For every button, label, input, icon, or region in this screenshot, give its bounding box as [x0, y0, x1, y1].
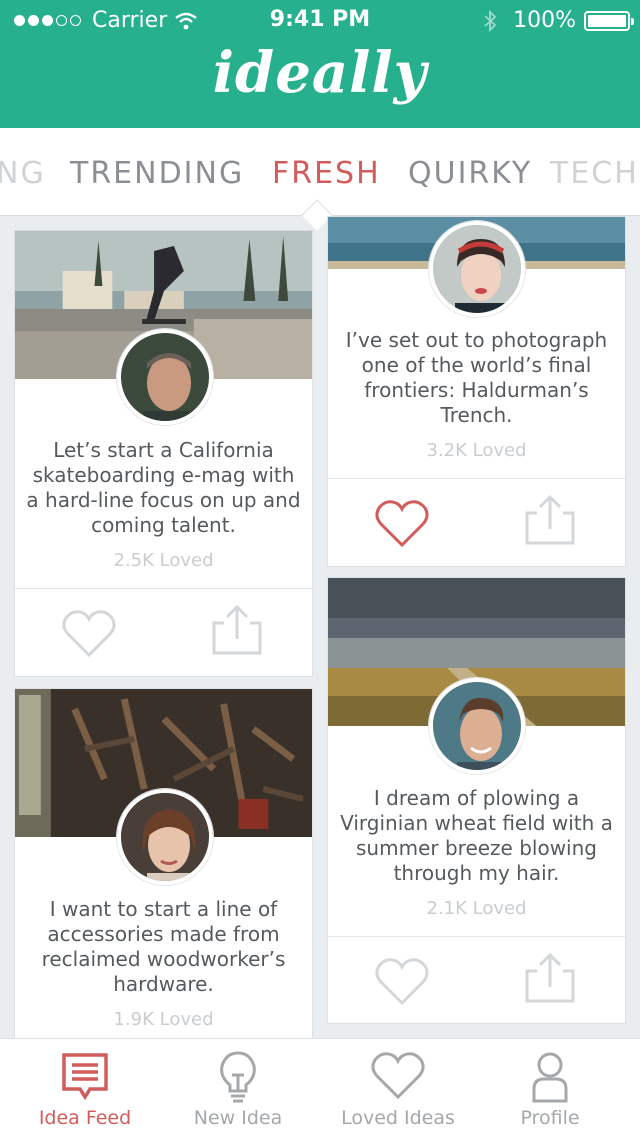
card-actions	[328, 936, 625, 1023]
app-header: Carrier 9:41 PM 100% ideally	[0, 0, 640, 128]
tab-quirky[interactable]: QUIRKY	[408, 156, 532, 191]
avatar[interactable]	[117, 789, 213, 885]
idea-text: Let’s start a California skateboarding e…	[26, 438, 301, 537]
bottom-tab-bar: Idea Feed New Idea Loved Ideas Profile	[0, 1038, 640, 1136]
share-icon[interactable]	[525, 951, 575, 1003]
loved-count: 2.5K Loved	[113, 550, 214, 571]
idea-text: I’ve set out to photograph one of the wo…	[345, 328, 608, 427]
idea-text: I want to start a line of accessories ma…	[41, 897, 286, 996]
share-icon[interactable]	[212, 603, 262, 655]
idea-card[interactable]: I want to start a line of accessories ma…	[14, 688, 313, 1048]
card-actions	[15, 588, 312, 676]
idea-text: I dream of plowing a Virginian wheat fie…	[340, 786, 613, 885]
tabbar-new-idea[interactable]: New Idea	[158, 1039, 318, 1136]
tab-trending[interactable]: TRENDING	[70, 156, 244, 191]
idea-card[interactable]: Let’s start a California skateboarding e…	[14, 230, 313, 677]
loved-count: 2.1K Loved	[426, 898, 527, 919]
tabbar-profile[interactable]: Profile	[470, 1039, 630, 1136]
share-icon[interactable]	[525, 493, 575, 545]
avatar[interactable]	[429, 221, 525, 317]
loved-count: 1.9K Loved	[113, 1009, 214, 1030]
status-bar: Carrier 9:41 PM 100%	[0, 0, 640, 40]
tab-trending-prev[interactable]: NG	[0, 156, 46, 191]
tabbar-label: Loved Ideas	[341, 1107, 455, 1129]
tab-tech[interactable]: TECH	[550, 156, 639, 191]
tabbar-label: Profile	[520, 1107, 580, 1129]
tabbar-loved-ideas[interactable]: Loved Ideas	[318, 1039, 478, 1136]
feed-icon	[62, 1053, 108, 1101]
avatar[interactable]	[429, 678, 525, 774]
bluetooth-icon	[484, 9, 497, 32]
battery-percent: 100%	[513, 8, 576, 33]
card-actions	[328, 478, 625, 566]
heart-icon[interactable]	[374, 955, 430, 1007]
lightbulb-icon	[220, 1051, 256, 1103]
battery-icon	[584, 10, 634, 31]
tab-fresh[interactable]: FRESH	[272, 156, 381, 191]
tabbar-label: Idea Feed	[38, 1107, 132, 1129]
heart-icon	[371, 1052, 425, 1100]
tabbar-idea-feed[interactable]: Idea Feed	[5, 1039, 165, 1136]
idea-card[interactable]: I dream of plowing a Virginian wheat fie…	[327, 577, 626, 1024]
loved-count: 3.2K Loved	[426, 440, 527, 461]
person-icon	[532, 1052, 568, 1103]
app-logo: ideally	[212, 40, 428, 106]
tabbar-label: New Idea	[193, 1107, 283, 1129]
status-right: 100%	[483, 8, 634, 33]
heart-icon[interactable]	[61, 607, 117, 659]
idea-card[interactable]: I’ve set out to photograph one of the wo…	[327, 216, 626, 567]
avatar[interactable]	[117, 329, 213, 425]
heart-icon-loved[interactable]	[374, 497, 430, 549]
